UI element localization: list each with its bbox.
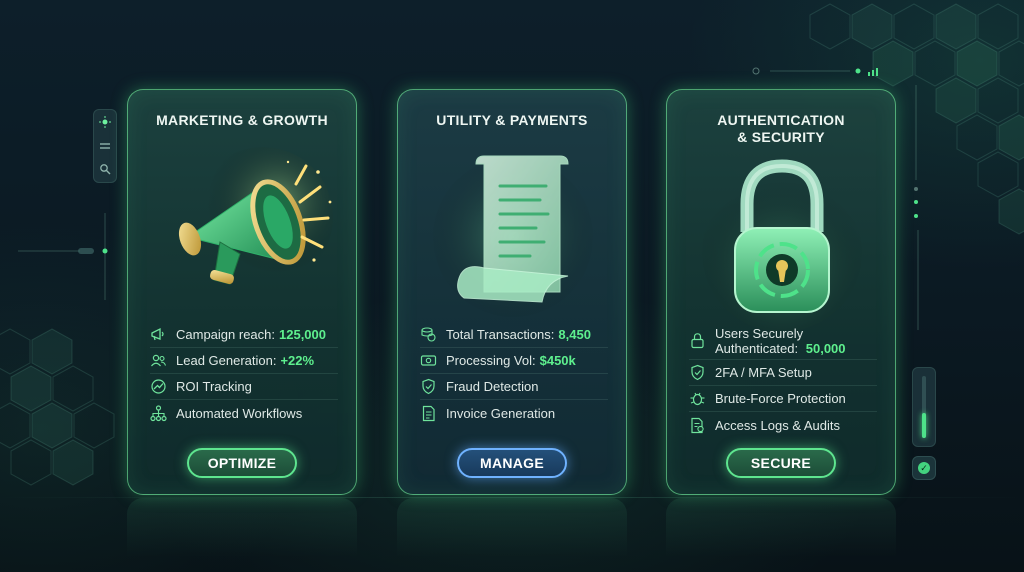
feature-list: Users Securely Authenticated: 50,000 2FA…: [689, 322, 877, 438]
feature-label: ROI Tracking: [176, 379, 252, 394]
megaphone-icon: [151, 327, 164, 341]
card-reflection: [397, 498, 627, 572]
feature-label: 2FA / MFA Setup: [715, 365, 812, 380]
workflow-icon: [150, 404, 167, 421]
card-reflection: [127, 498, 357, 572]
feature-label: Access Logs & Audits: [715, 417, 841, 433]
card-title: UTILITY & PAYMENTS: [436, 112, 588, 128]
card-reflection: [666, 498, 896, 572]
dashboard-stage: ✓ MARKETING & GROWTH Campaign reach: 125…: [0, 0, 1024, 572]
shield-icon: [422, 378, 435, 395]
list-item: 2FA / MFA Setup: [689, 360, 877, 386]
left-tool-rail: [93, 109, 117, 183]
feature-value: 8,450: [558, 327, 591, 342]
status-check[interactable]: ✓: [912, 456, 936, 480]
feature-value: $450k: [539, 353, 576, 368]
feature-label: Total Transactions:: [446, 327, 555, 342]
feature-value: 50,000: [805, 340, 846, 356]
manage-button[interactable]: MANAGE: [457, 448, 567, 478]
users-icon: [151, 354, 167, 367]
card-security: AUTHENTICATION & SECURITY Users Securely…: [666, 89, 896, 495]
lock-icon: [691, 333, 704, 349]
list-item: Users Securely Authenticated: 50,000: [689, 322, 877, 360]
level-slider[interactable]: [912, 367, 936, 447]
list-item: Invoice Generation: [420, 400, 608, 426]
list-item: Fraud Detection: [420, 374, 608, 400]
menu-icon[interactable]: [99, 140, 111, 152]
feature-label: Invoice Generation: [446, 405, 556, 421]
list-item: Total Transactions: 8,450: [420, 322, 608, 348]
feature-list: Total Transactions: 8,450 Processing Vol…: [420, 322, 608, 426]
cash-icon: [420, 355, 437, 366]
list-item: Lead Generation: +22%: [150, 348, 338, 374]
trend-icon: [151, 379, 166, 394]
check-icon: ✓: [918, 462, 930, 474]
feature-label: Automated Workflows: [176, 405, 303, 421]
padlock-illustration: [702, 159, 862, 332]
bug-icon: [690, 392, 705, 406]
list-item: Processing Vol: $450k: [420, 348, 608, 374]
feature-value: +22%: [280, 353, 315, 368]
feature-text: Users Securely Authenticated: 50,000: [715, 326, 877, 356]
list-item: Automated Workflows: [150, 400, 338, 426]
list-item: Brute-Force Protection: [689, 386, 877, 412]
feature-list: Campaign reach: 125,000 Lead Generation:…: [150, 322, 338, 426]
list-item: ROI Tracking: [150, 374, 338, 400]
receipt-illustration: [433, 155, 593, 317]
log-icon: [691, 417, 704, 433]
card-title: AUTHENTICATION & SECURITY: [717, 112, 845, 145]
card-payments: UTILITY & PAYMENTS Total Transactions: 8…: [397, 89, 627, 495]
slider-track[interactable]: [922, 376, 926, 438]
invoice-icon: [422, 405, 435, 421]
search-icon[interactable]: [99, 163, 111, 175]
feature-value: 125,000: [279, 327, 326, 342]
feature-label: Brute-Force Protection: [715, 391, 846, 406]
shield-check-icon: [691, 364, 704, 381]
feature-label: Campaign reach:: [176, 327, 275, 342]
list-item: Access Logs & Audits: [689, 412, 877, 438]
card-title: MARKETING & GROWTH: [156, 112, 328, 128]
sun-icon[interactable]: [99, 116, 111, 128]
coins-icon: [421, 327, 436, 342]
list-item: Campaign reach: 125,000: [150, 322, 338, 348]
slider-fill: [922, 413, 926, 438]
feature-label: Lead Generation:: [176, 353, 277, 368]
feature-label: Fraud Detection: [446, 379, 539, 394]
megaphone-illustration: [178, 147, 333, 287]
secure-button[interactable]: SECURE: [726, 448, 836, 478]
card-marketing: MARKETING & GROWTH Campaign reach: 125,0…: [127, 89, 357, 495]
optimize-button[interactable]: OPTIMIZE: [187, 448, 297, 478]
feature-label: Processing Vol:: [446, 353, 536, 368]
feature-label: Users Securely Authenticated:: [715, 325, 804, 356]
